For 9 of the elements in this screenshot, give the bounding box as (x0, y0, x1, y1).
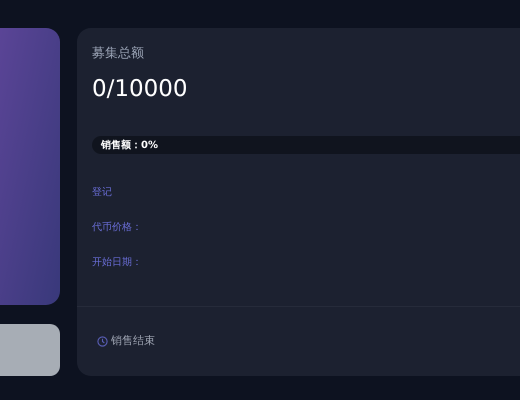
lower-card (0, 324, 60, 376)
clock-icon (97, 336, 108, 347)
progress-label: 销售额：0% (100, 138, 158, 152)
sale-status: 销售结束 (111, 333, 155, 350)
detail-label: 代币价格： (92, 221, 143, 235)
detail-label: 开始日期： (92, 256, 143, 270)
raise-amount: 0/10000 (92, 75, 189, 104)
card-title: 募集总额 (92, 45, 145, 63)
detail-label: 登记 (92, 186, 113, 200)
